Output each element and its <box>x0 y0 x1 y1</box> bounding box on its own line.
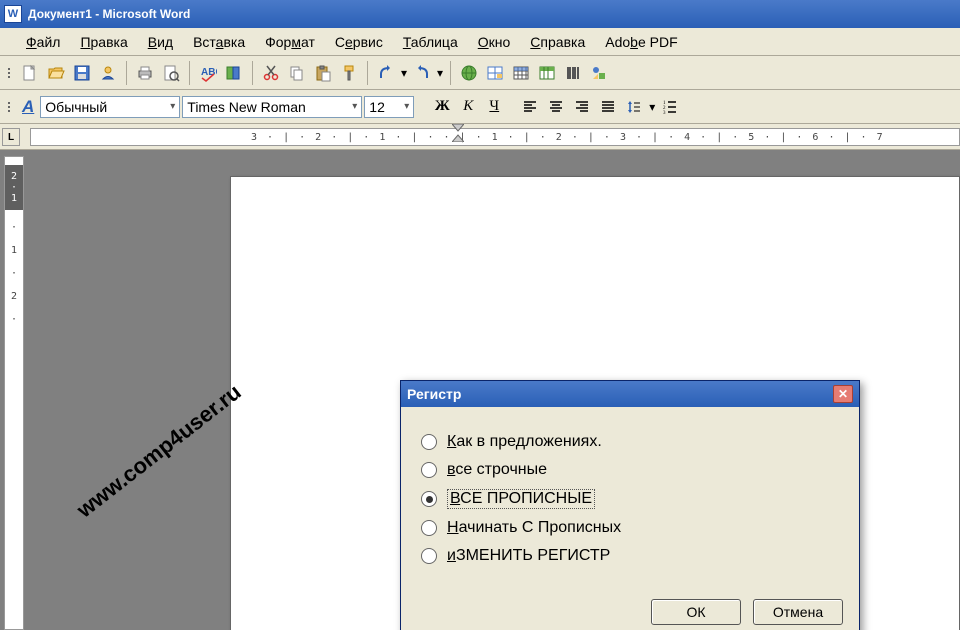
cancel-button[interactable]: Отмена <box>753 599 843 625</box>
word-app-icon: W <box>4 5 22 23</box>
italic-button[interactable]: К <box>456 96 480 118</box>
tab-selector[interactable]: L <box>2 128 20 146</box>
dialog-title-text: Регистр <box>407 386 461 402</box>
radio-option-2[interactable]: ВСЕ ПРОПИСНЫЕ <box>421 489 839 509</box>
change-case-dialog: Регистр ✕ Как в предложениях. все строчны… <box>400 380 860 630</box>
cut-icon[interactable] <box>259 61 283 85</box>
radio-label: Начинать С Прописных <box>447 519 621 537</box>
menu-table[interactable]: Таблица <box>393 30 468 54</box>
save-icon[interactable] <box>70 61 94 85</box>
new-document-icon[interactable] <box>18 61 42 85</box>
menu-insert[interactable]: Вставка <box>183 30 255 54</box>
menu-window[interactable]: Окно <box>468 30 521 54</box>
horizontal-ruler[interactable]: L 3 · | · 2 · | · 1 · | · · | · 1 · | · … <box>0 124 960 150</box>
vertical-ruler[interactable]: 2·1 · 1 · 2 · <box>4 156 24 630</box>
menu-format[interactable]: Формат <box>255 30 325 54</box>
radio-option-0[interactable]: Как в предложениях. <box>421 433 839 451</box>
dialog-titlebar[interactable]: Регистр ✕ <box>401 381 859 407</box>
line-spacing-icon[interactable] <box>622 96 646 118</box>
close-icon[interactable]: ✕ <box>833 385 853 403</box>
undo-icon[interactable] <box>374 61 398 85</box>
radio-option-4[interactable]: иЗМЕНИТЬ РЕГИСТР <box>421 547 839 565</box>
menu-tools[interactable]: Сервис <box>325 30 393 54</box>
columns-icon[interactable] <box>561 61 585 85</box>
print-preview-icon[interactable] <box>159 61 183 85</box>
style-combo[interactable]: Обычный▾ <box>40 96 180 118</box>
ruler-scale: 3 · | · 2 · | · 1 · | · · | · 1 · | · 2 … <box>30 128 960 146</box>
menu-view[interactable]: Вид <box>138 30 183 54</box>
redo-icon[interactable] <box>410 61 434 85</box>
paste-icon[interactable] <box>311 61 335 85</box>
styles-icon[interactable]: A <box>18 97 38 117</box>
menu-file[interactable]: Файл <box>16 30 70 54</box>
align-center-icon[interactable] <box>544 96 568 118</box>
radio-option-3[interactable]: Начинать С Прописных <box>421 519 839 537</box>
open-icon[interactable] <box>44 61 68 85</box>
underline-button[interactable]: Ч <box>482 96 506 118</box>
tables-borders-icon[interactable] <box>483 61 507 85</box>
hyperlink-icon[interactable] <box>457 61 481 85</box>
copy-icon[interactable] <box>285 61 309 85</box>
radio-label: все строчные <box>447 461 547 479</box>
align-justify-icon[interactable] <box>596 96 620 118</box>
toolbar-grip-2[interactable] <box>6 95 12 119</box>
document-workspace: 2·1 · 1 · 2 · www.comp4user.ru Как ПОМЕН… <box>0 150 960 630</box>
radio-label: иЗМЕНИТЬ РЕГИСТР <box>447 547 610 565</box>
insert-excel-icon[interactable] <box>535 61 559 85</box>
align-right-icon[interactable] <box>570 96 594 118</box>
svg-text:3: 3 <box>663 111 666 115</box>
menubar: Файл Правка Вид Вставка Формат Сервис Та… <box>0 28 960 56</box>
window-titlebar: W Документ1 - Microsoft Word <box>0 0 960 28</box>
font-size-combo[interactable]: 12▾ <box>364 96 414 118</box>
radio-icon[interactable] <box>421 434 437 450</box>
spacing-dropdown[interactable]: ▾ <box>648 95 656 119</box>
research-icon[interactable] <box>222 61 246 85</box>
indent-marker-icon[interactable] <box>452 124 464 142</box>
insert-table-icon[interactable] <box>509 61 533 85</box>
radio-icon[interactable] <box>421 462 437 478</box>
menu-adobe[interactable]: Adobe PDF <box>595 30 687 54</box>
standard-toolbar: ABC ▾ ▾ <box>0 56 960 90</box>
radio-label: Как в предложениях. <box>447 433 602 451</box>
bold-button[interactable]: Ж <box>430 96 454 118</box>
menu-edit[interactable]: Правка <box>70 30 137 54</box>
redo-dropdown[interactable]: ▾ <box>436 61 444 85</box>
font-combo[interactable]: Times New Roman▾ <box>182 96 362 118</box>
permissions-icon[interactable] <box>96 61 120 85</box>
format-toolbar: A Обычный▾ Times New Roman▾ 12▾ Ж К Ч ▾ … <box>0 90 960 124</box>
svg-text:ABC: ABC <box>201 67 217 78</box>
watermark-text: www.comp4user.ru <box>72 379 246 523</box>
numbering-icon[interactable]: 123 <box>658 96 682 118</box>
print-icon[interactable] <box>133 61 157 85</box>
radio-icon[interactable] <box>421 520 437 536</box>
align-left-icon[interactable] <box>518 96 542 118</box>
undo-dropdown[interactable]: ▾ <box>400 61 408 85</box>
window-title: Документ1 - Microsoft Word <box>28 7 190 21</box>
menu-help[interactable]: Справка <box>520 30 595 54</box>
format-painter-icon[interactable] <box>337 61 361 85</box>
radio-icon[interactable] <box>421 491 437 507</box>
toolbar-grip[interactable] <box>6 61 12 85</box>
ok-button[interactable]: ОК <box>651 599 741 625</box>
radio-option-1[interactable]: все строчные <box>421 461 839 479</box>
spelling-icon[interactable]: ABC <box>196 61 220 85</box>
drawing-icon[interactable] <box>587 61 611 85</box>
radio-icon[interactable] <box>421 548 437 564</box>
radio-label: ВСЕ ПРОПИСНЫЕ <box>447 489 595 509</box>
dialog-body: Как в предложениях. все строчные ВСЕ ПРОПИ… <box>401 407 859 591</box>
